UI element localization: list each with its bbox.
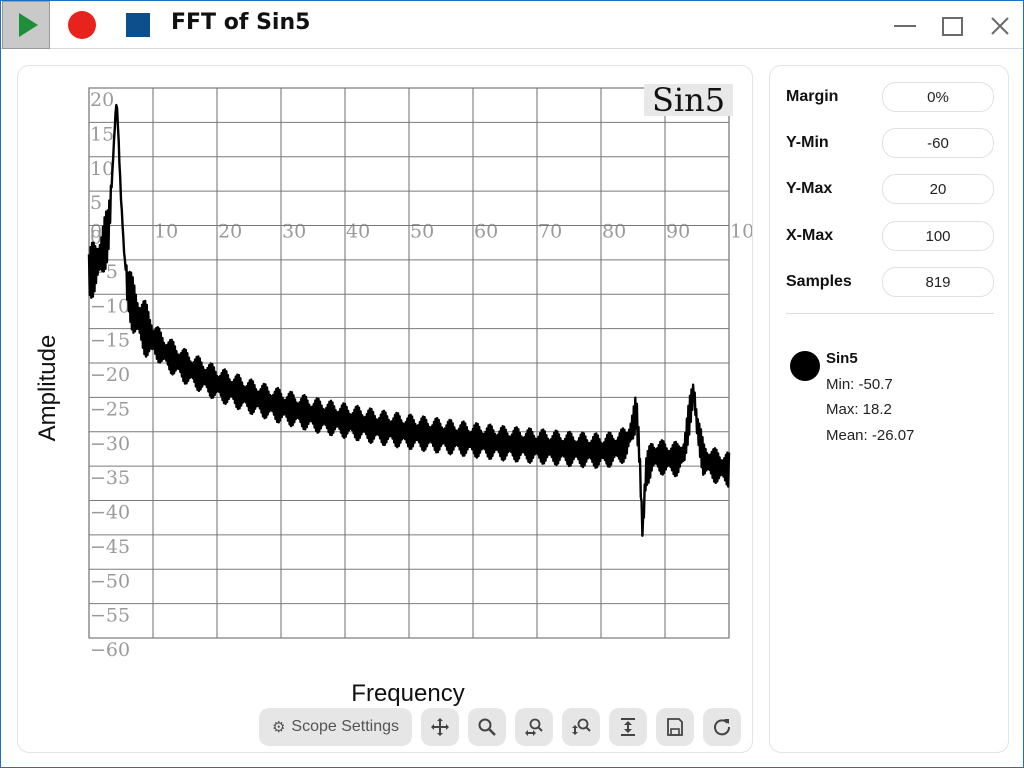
pan-button[interactable]: [421, 708, 459, 746]
y-min-input[interactable]: [882, 128, 994, 158]
gear-icon: ⚙: [271, 719, 286, 736]
margin-input[interactable]: [882, 82, 994, 112]
run-button[interactable]: [2, 1, 50, 49]
play-icon: [18, 13, 38, 37]
pan-icon: [431, 718, 449, 736]
zoom-x-button[interactable]: [515, 708, 553, 746]
y-tick-label: −45: [90, 536, 130, 558]
scope-settings-button[interactable]: ⚙ Scope Settings: [259, 708, 412, 746]
x-tick-label: 100: [730, 221, 752, 243]
window-title: FFT of Sin5: [171, 10, 311, 35]
x-tick-label: 90: [666, 221, 690, 243]
y-tick-label: −50: [90, 570, 130, 592]
y-min-row: Y-Min: [770, 128, 1010, 158]
y-tick-label: −25: [90, 398, 130, 420]
y-tick-label: −35: [90, 467, 130, 489]
zoom-icon: [478, 718, 496, 736]
margin-label: Margin: [786, 88, 839, 105]
zoom-y-button[interactable]: [562, 708, 600, 746]
legend-color-dot: [790, 351, 820, 381]
fit-vertical-icon: [621, 718, 635, 736]
y-max-row: Y-Max: [770, 174, 1010, 204]
close-button[interactable]: [982, 9, 1018, 43]
y-tick-label: −55: [90, 605, 130, 627]
x-tick-label: 60: [474, 221, 498, 243]
x-tick-label: 50: [410, 221, 434, 243]
y-tick-label: −10: [90, 295, 130, 317]
y-tick-label: −15: [90, 330, 130, 352]
reset-button[interactable]: [703, 708, 741, 746]
x-tick-label: 20: [218, 221, 242, 243]
app-window: FFT of Sin5 0102030405060708090100201510…: [0, 0, 1024, 768]
legend-series-name: Sin5: [826, 350, 858, 367]
x-tick-label: 70: [538, 221, 562, 243]
samples-row: Samples: [770, 267, 1010, 297]
y-min-label: Y-Min: [786, 134, 829, 151]
minimize-button[interactable]: [887, 9, 923, 43]
maximize-icon: [941, 16, 963, 36]
samples-label: Samples: [786, 273, 852, 290]
y-tick-label: −30: [90, 433, 130, 455]
legend-min: Min: -50.7: [826, 376, 893, 393]
x-tick-label: 40: [346, 221, 370, 243]
save-button[interactable]: [656, 708, 694, 746]
y-tick-label: −60: [90, 639, 130, 661]
x-tick-label: 10: [154, 221, 178, 243]
y-tick-label: 10: [90, 158, 114, 180]
reset-icon: [714, 719, 731, 736]
y-axis-label: Amplitude: [34, 334, 61, 442]
stop-button[interactable]: [114, 1, 162, 49]
y-tick-label: 5: [90, 192, 102, 214]
x-max-input[interactable]: [882, 221, 994, 251]
zoom-x-icon: [525, 718, 543, 736]
y-max-input[interactable]: [882, 174, 994, 204]
x-axis-label: Frequency: [351, 680, 465, 707]
save-icon: [667, 718, 683, 736]
y-tick-label: −40: [90, 502, 130, 524]
title-bar: FFT of Sin5: [1, 1, 1023, 49]
x-max-row: X-Max: [770, 221, 1010, 251]
scope-settings-label: Scope Settings: [291, 718, 400, 735]
plot-card: 010203040506070809010020151050−5−10−15−2…: [17, 65, 753, 753]
fit-vertical-button[interactable]: [609, 708, 647, 746]
minimize-icon: [894, 25, 916, 27]
y-tick-label: 20: [90, 89, 114, 111]
close-icon: [991, 17, 1009, 35]
fft-chart[interactable]: 010203040506070809010020151050−5−10−15−2…: [18, 66, 752, 686]
series-badge: Sin5: [644, 84, 734, 116]
record-icon: [68, 11, 96, 39]
legend-max: Max: 18.2: [826, 401, 892, 418]
stop-icon: [126, 13, 150, 37]
y-tick-label: −20: [90, 364, 130, 386]
x-tick-label: 30: [282, 221, 306, 243]
y-tick-label: 15: [90, 123, 114, 145]
zoom-button[interactable]: [468, 708, 506, 746]
maximize-button[interactable]: [934, 9, 970, 43]
zoom-y-icon: [572, 718, 591, 735]
y-max-label: Y-Max: [786, 180, 833, 197]
side-panel: Margin Y-Min Y-Max X-Max Samples Sin5 Mi…: [769, 65, 1009, 753]
legend-mean: Mean: -26.07: [826, 427, 915, 444]
panel-divider: [786, 313, 994, 314]
record-button[interactable]: [58, 1, 106, 49]
x-tick-label: 80: [602, 221, 626, 243]
margin-row: Margin: [770, 82, 1010, 112]
x-max-label: X-Max: [786, 227, 834, 244]
samples-input[interactable]: [882, 267, 994, 297]
